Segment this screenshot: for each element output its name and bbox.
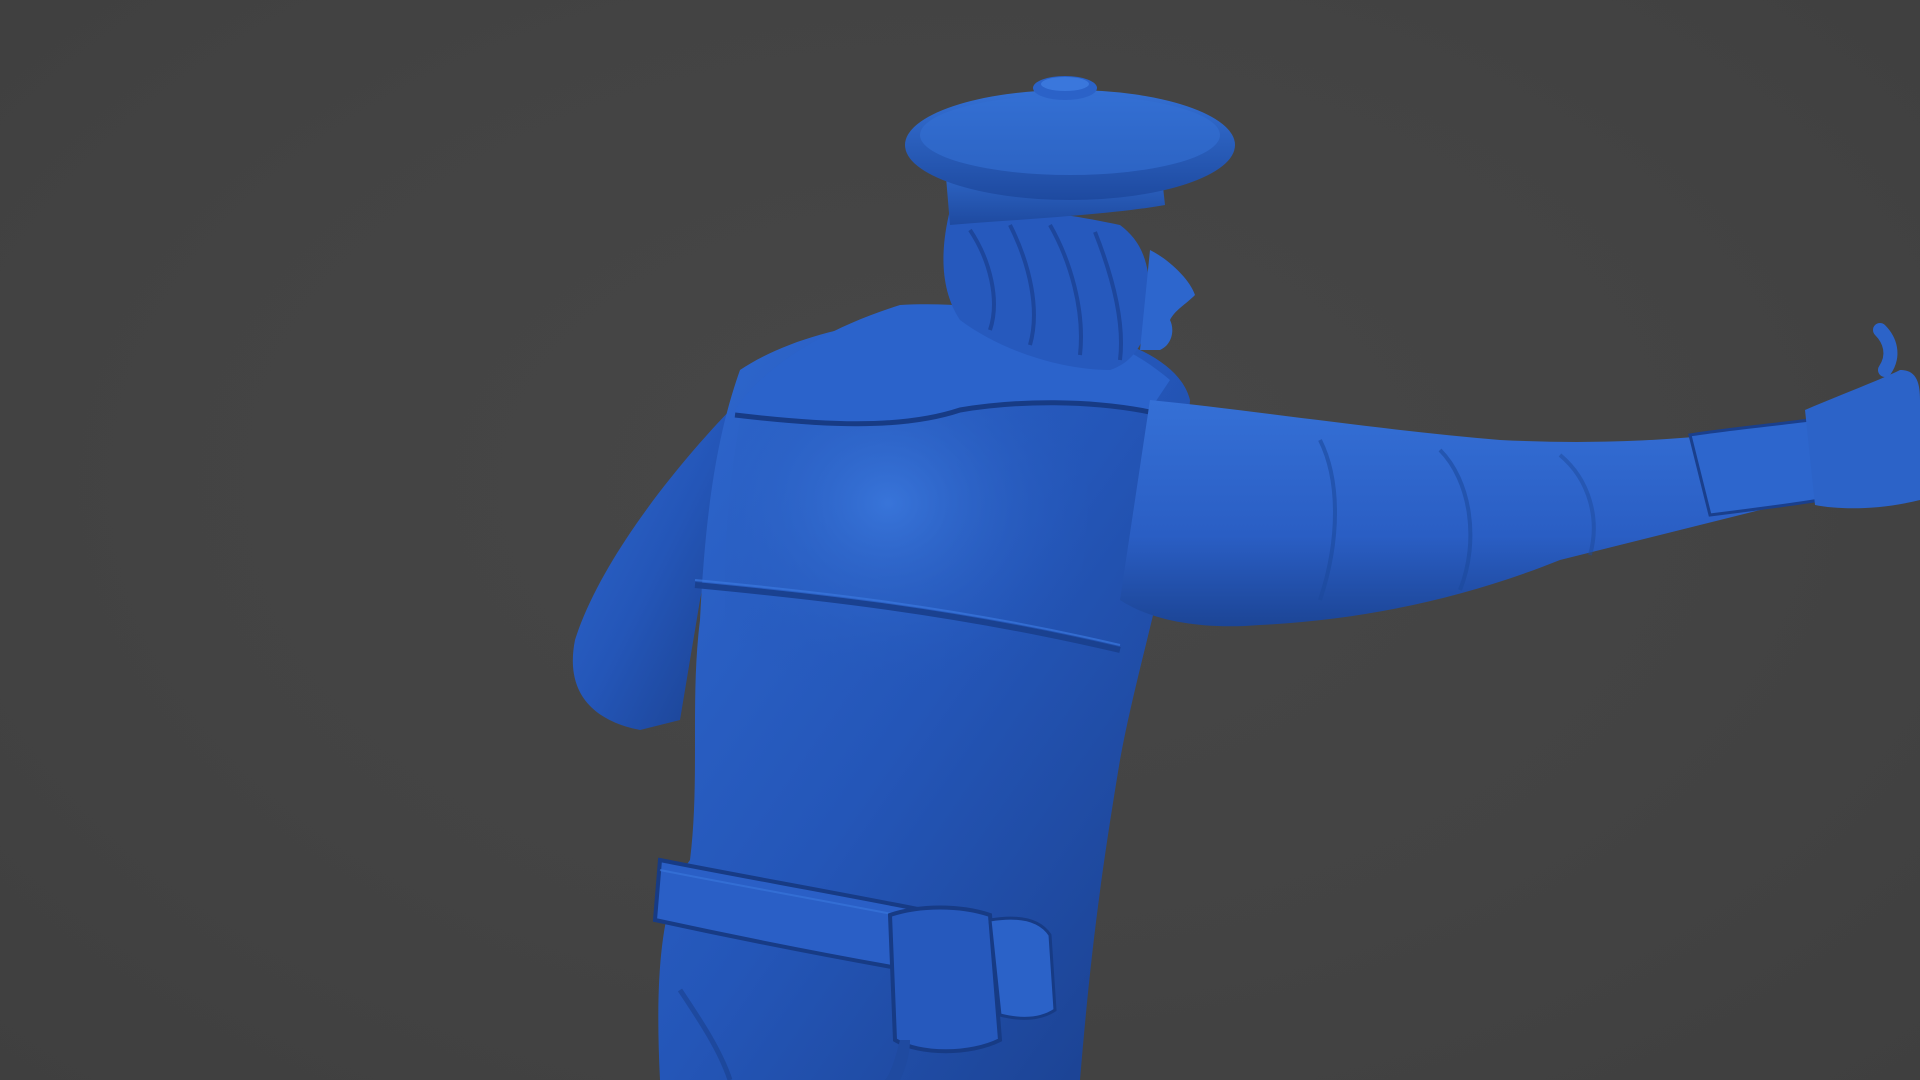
back-highlight [724, 390, 1088, 714]
sailor-figure-model[interactable] [0, 0, 1920, 1080]
pouch [887, 905, 1003, 1054]
hand [1805, 370, 1920, 509]
sculpt-viewport[interactable] [0, 0, 1920, 1080]
pouch-strap [988, 916, 1057, 1020]
sleeve-cuff [1688, 418, 1822, 517]
face-profile [1140, 250, 1195, 350]
